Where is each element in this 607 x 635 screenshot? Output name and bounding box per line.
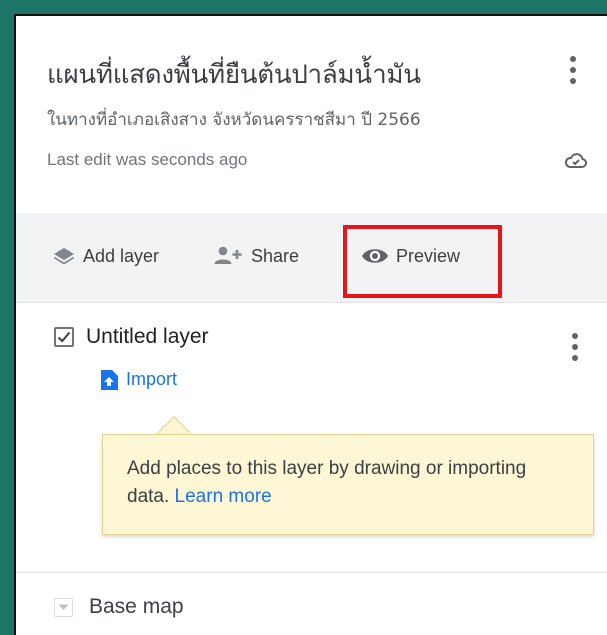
learn-more-link[interactable]: Learn more [175,486,272,507]
chevron-down-icon[interactable] [54,597,73,617]
import-label: Import [126,369,178,389]
layer-name[interactable]: Untitled layer [86,325,209,349]
base-map-toggle[interactable]: Base map [54,595,184,619]
base-map-section: Base map [16,572,607,635]
preview-label: Preview [396,245,461,266]
share-label: Share [251,245,300,266]
import-link[interactable]: Import [100,369,177,390]
layers-icon [53,248,75,265]
person-add-icon [214,246,242,264]
cloud-check-icon [564,153,587,169]
share-button[interactable]: Share [214,239,299,273]
import-hint-tooltip: Add places to this layer by drawing or i… [102,434,594,535]
last-edit-status: Last edit was seconds ago [47,150,248,169]
map-description[interactable]: ในทางที่อำเภอเสิงสาง จังหวัดนครราชสีมา ป… [47,106,421,133]
layer-checkbox[interactable] [54,327,74,347]
layer-toggle[interactable]: Untitled layer [54,325,209,349]
eye-icon [362,249,388,263]
map-options-icon[interactable] [561,50,585,90]
file-upload-icon [101,369,118,390]
add-layer-button[interactable]: Add layer [52,239,159,273]
map-header: แผนที่แสดงพื้นที่ยืนต้นปาล์มน้ำมัน ในทาง… [16,16,607,213]
add-layer-label: Add layer [83,245,160,266]
layer-options-icon[interactable] [563,327,587,367]
base-map-label: Base map [89,595,184,618]
layer-toolbar: Add layer Share Preview [16,213,607,303]
check-icon [57,331,71,343]
map-layers-panel: แผนที่แสดงพื้นที่ยืนต้นปาล์มน้ำมัน ในทาง… [14,14,607,635]
preview-button[interactable]: Preview [361,239,460,273]
map-title[interactable]: แผนที่แสดงพื้นที่ยืนต้นปาล์มน้ำมัน [47,54,421,95]
